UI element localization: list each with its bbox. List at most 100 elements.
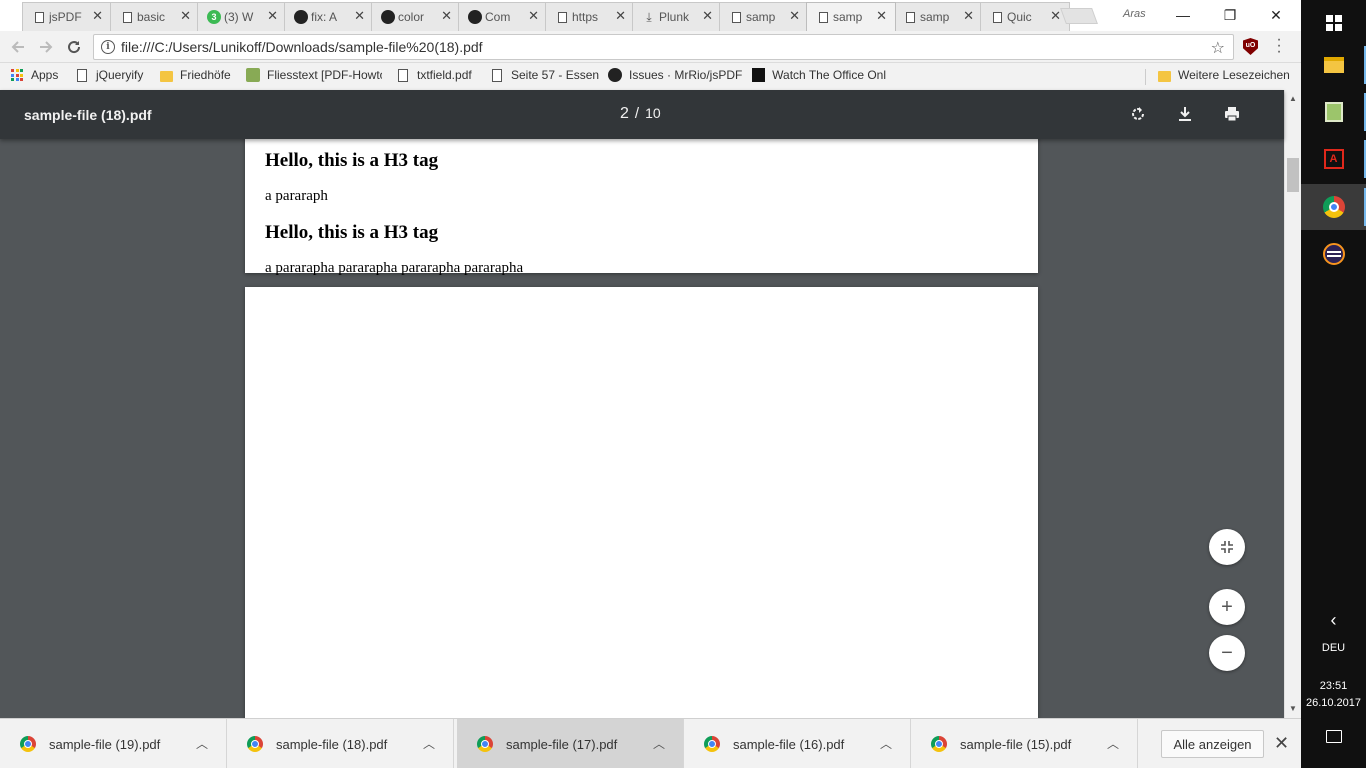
github-icon	[608, 68, 622, 82]
scroll-down-icon[interactable]: ▼	[1285, 702, 1301, 716]
tab-sample-active[interactable]: samp ✕	[806, 2, 896, 31]
folder-icon	[1157, 68, 1171, 82]
tab-basic[interactable]: basic ✕	[110, 2, 200, 31]
tab-github-com[interactable]: Com ✕	[458, 2, 548, 31]
back-button[interactable]	[8, 37, 28, 57]
tab-title: fix: A	[311, 10, 338, 24]
download-name: sample-file (18).pdf	[276, 736, 388, 752]
start-button[interactable]	[1301, 0, 1366, 46]
notification-icon[interactable]	[1301, 730, 1366, 746]
close-icon[interactable]: ✕	[702, 9, 713, 23]
menu-icon[interactable]: · · ·	[1276, 32, 1282, 60]
chevron-left-icon[interactable]: ‹	[1301, 610, 1366, 631]
shelf-close-button[interactable]: ✕	[1274, 733, 1289, 754]
close-icon[interactable]: ✕	[354, 9, 365, 23]
download-item[interactable]: sample-file (19).pdf ︿	[0, 719, 227, 768]
bookmark-issues[interactable]: Issues · MrRio/jsPDF	[608, 68, 742, 82]
bookmark-txtfield[interactable]: txtfield.pdf	[396, 68, 472, 82]
language-indicator[interactable]: DEU	[1301, 642, 1366, 654]
vertical-scrollbar[interactable]: ▲ ▼	[1284, 90, 1301, 718]
close-icon[interactable]: ✕	[963, 9, 974, 23]
bookmark-label: Watch The Office Onl	[772, 68, 886, 82]
chevron-up-icon[interactable]: ︿	[653, 735, 665, 752]
download-item[interactable]: sample-file (18).pdf ︿	[227, 719, 454, 768]
clock-time[interactable]: 23:51	[1301, 680, 1366, 692]
tab-title: Plunk	[659, 10, 690, 24]
fit-page-button[interactable]	[1209, 529, 1245, 565]
notepad-plus-button[interactable]	[1301, 89, 1366, 135]
bookmark-weitere[interactable]: Weitere Lesezeichen	[1157, 68, 1290, 82]
chrome-taskbar-button[interactable]	[1301, 184, 1366, 230]
file-explorer-button[interactable]	[1301, 42, 1366, 88]
clock-date[interactable]: 26.10.2017	[1301, 697, 1366, 709]
forward-button[interactable]	[36, 37, 56, 57]
tab-sample-a[interactable]: samp ✕	[719, 2, 809, 31]
chrome-icon	[1322, 196, 1345, 218]
reload-button[interactable]	[64, 37, 84, 57]
show-all-button[interactable]: Alle anzeigen	[1161, 730, 1264, 758]
tab-github-color[interactable]: color ✕	[371, 2, 461, 31]
window-close-button[interactable]: ✕	[1261, 4, 1291, 26]
tab-sample-b[interactable]: samp ✕	[893, 2, 983, 31]
close-icon[interactable]: ✕	[441, 9, 452, 23]
tab-jspdf[interactable]: jsPDF ✕	[22, 2, 112, 31]
pdf-viewport[interactable]: Hello, this is a H3 tag a pararaph Hello…	[0, 90, 1284, 718]
bookmark-label: Issues · MrRio/jsPDF	[629, 68, 743, 82]
tab-https[interactable]: https ✕	[545, 2, 635, 31]
page-separator: /	[634, 105, 640, 122]
eclipse-button[interactable]	[1301, 231, 1366, 277]
close-icon[interactable]: ✕	[615, 9, 626, 23]
minimize-button[interactable]: —	[1168, 4, 1198, 26]
pdf-page	[245, 287, 1038, 718]
page-paragraph: a pararapha pararapha pararapha pararaph…	[265, 260, 524, 276]
zoom-in-button[interactable]: +	[1209, 589, 1245, 625]
download-name: sample-file (17).pdf	[506, 736, 618, 752]
bookmark-fliesstext[interactable]: Fliesstext [PDF-Howto	[246, 68, 382, 82]
info-icon[interactable]: i	[101, 40, 115, 54]
arrow-left-icon	[11, 41, 24, 53]
address-bar[interactable]: i file:///C:/Users/Lunikoff/Downloads/sa…	[93, 34, 1234, 60]
close-icon[interactable]: ✕	[92, 9, 103, 23]
chrome-icon	[477, 736, 493, 752]
tab-github-fix[interactable]: fix: A ✕	[284, 2, 374, 31]
star-icon[interactable]: ☆	[1211, 38, 1225, 58]
page-icon	[816, 10, 830, 24]
rotate-button[interactable]	[1126, 102, 1150, 126]
office-icon	[752, 68, 766, 82]
close-icon[interactable]: ✕	[180, 9, 191, 23]
close-icon[interactable]: ✕	[789, 9, 800, 23]
new-tab-button[interactable]	[1060, 8, 1098, 24]
close-icon[interactable]: ✕	[1050, 9, 1061, 23]
ublock-icon[interactable]: uO	[1243, 38, 1258, 55]
tab-plunker[interactable]: ⤓ Plunk ✕	[632, 2, 722, 31]
chevron-up-icon[interactable]: ︿	[880, 735, 892, 752]
scroll-up-icon[interactable]: ▲	[1285, 92, 1301, 106]
adobe-reader-button[interactable]: A	[1301, 136, 1366, 182]
scroll-thumb[interactable]	[1287, 158, 1299, 192]
restore-button[interactable]: ❐	[1215, 4, 1245, 26]
profile-name[interactable]: Aras	[1123, 8, 1146, 20]
bookmark-label: Fliesstext [PDF-Howto	[267, 68, 382, 82]
close-icon[interactable]: ✕	[267, 9, 278, 23]
download-item[interactable]: sample-file (17).pdf ︿	[457, 719, 684, 768]
chevron-up-icon[interactable]: ︿	[196, 735, 208, 752]
close-icon[interactable]: ✕	[876, 9, 887, 23]
chevron-up-icon[interactable]: ︿	[423, 735, 435, 752]
chevron-up-icon[interactable]: ︿	[1107, 735, 1119, 752]
close-icon[interactable]: ✕	[528, 9, 539, 23]
print-button[interactable]	[1220, 102, 1244, 126]
url-text[interactable]: file:///C:/Users/Lunikoff/Downloads/samp…	[121, 39, 483, 55]
download-button[interactable]	[1173, 102, 1197, 126]
tab-quick[interactable]: Quic ✕	[980, 2, 1070, 31]
download-item[interactable]: sample-file (16).pdf ︿	[684, 719, 911, 768]
bookmark-jqueryify[interactable]: jQueryify	[75, 68, 143, 82]
bookmark-friedhoefe[interactable]: Friedhöfe	[159, 68, 231, 82]
current-page-input[interactable]: 2	[620, 105, 629, 123]
bookmark-seite57[interactable]: Seite 57 - Essen	[490, 68, 599, 82]
bookmark-apps[interactable]: Apps	[10, 68, 58, 82]
download-item[interactable]: sample-file (15).pdf ︿	[911, 719, 1138, 768]
tab-whatsapp[interactable]: 3 (3) W ✕	[197, 2, 287, 31]
download-name: sample-file (16).pdf	[733, 736, 845, 752]
zoom-out-button[interactable]: −	[1209, 635, 1245, 671]
bookmark-office[interactable]: Watch The Office Onl	[752, 68, 886, 82]
